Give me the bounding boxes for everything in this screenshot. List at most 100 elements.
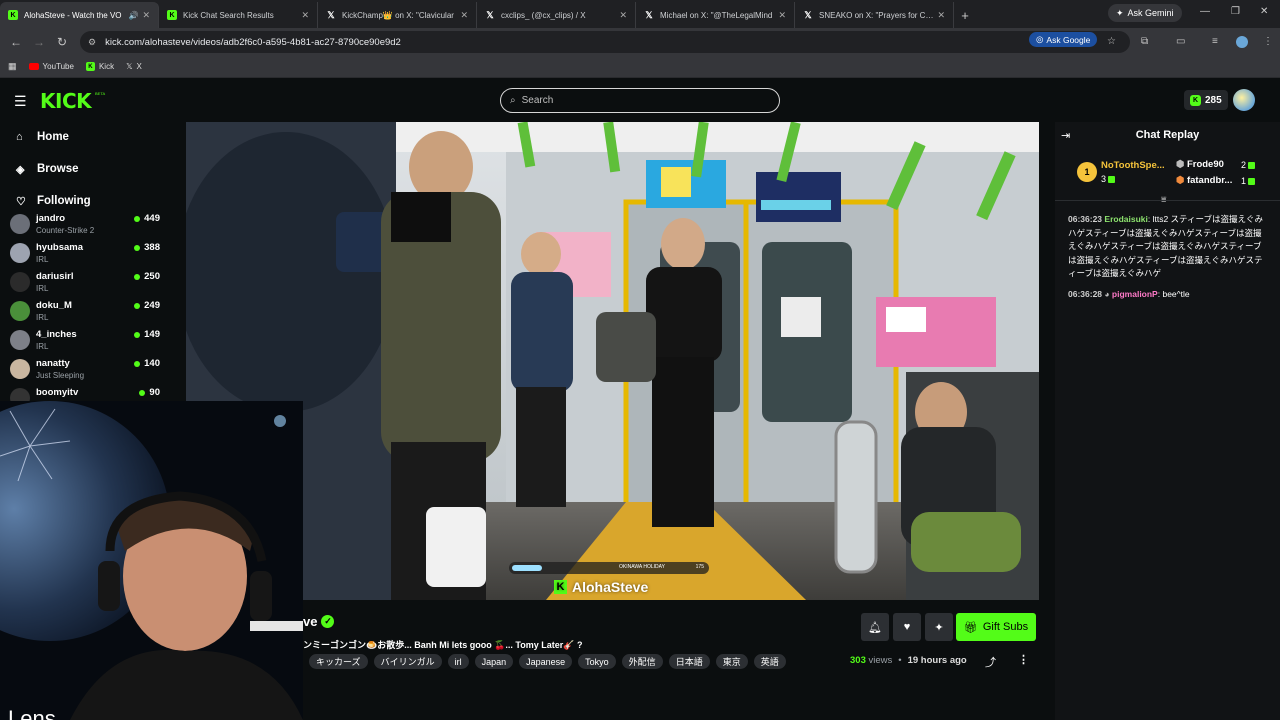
search-input[interactable]: ⌕ Search <box>500 88 780 113</box>
heart-icon: ♥ <box>903 621 911 633</box>
close-window-icon[interactable]: ✕ <box>1260 6 1268 17</box>
apps-grid-icon[interactable]: ▦ <box>8 61 17 72</box>
video-channel-title[interactable]: ve ✓ <box>303 614 335 629</box>
sparkle-button[interactable]: ✦ <box>925 613 953 641</box>
kick-points-button[interactable]: K 285 <box>1184 90 1228 110</box>
x-favicon-icon: 𝕏 <box>126 62 133 71</box>
tag-chip[interactable]: 東京 <box>715 654 748 669</box>
browser-tab[interactable]: 𝕏 SNEAKO on X: "Prayers for Clav ✕ <box>795 2 954 28</box>
channel-category: Just Sleeping <box>36 371 85 380</box>
minimize-icon[interactable]: — <box>1200 6 1210 17</box>
notification-bell-button[interactable]: 🔔︎ <box>861 613 889 641</box>
tag-chip[interactable]: 日本語 <box>668 654 710 669</box>
tab-search-icon[interactable]: ▭ <box>1176 36 1185 47</box>
channel-item[interactable]: doku_M IRL 249 <box>10 298 160 326</box>
browser-tab[interactable]: 𝕏 KickChamp👑 on X: "Clavicular ✕ <box>318 2 477 28</box>
site-info-icon[interactable]: ⚙ <box>88 37 96 48</box>
forward-icon[interactable]: → <box>33 35 45 49</box>
reload-icon[interactable]: ↻ <box>57 35 67 49</box>
tag-chip[interactable]: バイリンガル <box>373 654 442 669</box>
bookmark-x[interactable]: 𝕏 X <box>126 62 142 71</box>
message-text: bee^tle <box>1162 289 1190 299</box>
gift-icon: 🎁︎ <box>963 621 978 634</box>
sidebar-item-home[interactable]: ⌂ Home <box>16 127 69 147</box>
tag-chip[interactable]: Japanese <box>519 654 573 669</box>
webcam-caption: Lens <box>8 706 56 720</box>
new-tab-button[interactable]: + <box>954 2 976 28</box>
close-tab-icon[interactable]: ✕ <box>778 10 786 21</box>
ask-gemini-label: Ask Gemini <box>1127 8 1174 18</box>
browser-tab[interactable]: 𝕏 cxclips_ (@cx_clips) / X ✕ <box>477 2 636 28</box>
browser-tab[interactable]: 𝕏 Michael on X: "@TheLegalMind ✕ <box>636 2 795 28</box>
bookmark-youtube[interactable]: YouTube <box>28 62 74 71</box>
ask-google-button[interactable]: ◎ Ask Google <box>1029 32 1098 47</box>
browser-tab[interactable]: K Kick Chat Search Results ✕ <box>159 2 318 28</box>
live-dot-icon <box>134 302 141 309</box>
gifter-count: 2 <box>1241 160 1256 170</box>
avatar <box>10 330 30 350</box>
tag-chip[interactable]: 外配信 <box>621 654 663 669</box>
points-value: 285 <box>1205 94 1222 106</box>
bookmark-kick[interactable]: K Kick <box>85 62 114 71</box>
close-tab-icon[interactable]: ✕ <box>460 10 468 21</box>
channel-item[interactable]: nanatty Just Sleeping 140 <box>10 356 160 384</box>
tag-chip[interactable]: 英語 <box>753 654 786 669</box>
channel-item[interactable]: 4_inches IRL 149 <box>10 327 160 355</box>
message-user[interactable]: pigmalionP <box>1112 289 1158 299</box>
channel-item[interactable]: boomyitv 90 <box>10 385 160 402</box>
live-dot-icon <box>139 389 146 396</box>
profile-avatar-icon[interactable] <box>1236 36 1248 48</box>
channel-item[interactable]: jandro Counter-Strike 2 449 <box>10 211 160 239</box>
close-tab-icon[interactable]: ✕ <box>619 10 627 21</box>
speaker-icon[interactable]: 🔊 <box>128 11 138 20</box>
sidebar-item-following[interactable]: ♡ Following <box>16 191 91 211</box>
menu-icon[interactable]: ⋮ <box>1263 36 1273 47</box>
reading-list-icon[interactable]: ≡ <box>1212 36 1218 47</box>
hex-badge-icon: ⬢ <box>1176 175 1185 186</box>
close-tab-icon[interactable]: ✕ <box>301 10 309 21</box>
video-player[interactable] <box>186 122 1039 600</box>
message-user[interactable]: Erodaisuki <box>1104 214 1147 224</box>
extensions-icon[interactable]: ⧉ <box>1141 36 1148 47</box>
address-bar[interactable]: ⚙ kick.com/alohasteve/videos/adb2f6c0-a5… <box>80 31 1130 53</box>
user-badge-icon: ◕ <box>1104 289 1110 299</box>
kick-logo[interactable]: KICK <box>40 89 92 113</box>
tag-chip[interactable]: Tokyo <box>578 654 616 669</box>
gifter-name[interactable]: ⬢ fatandbr... <box>1176 175 1232 186</box>
gift-subs-button[interactable]: 🎁︎ Gift Subs <box>956 613 1036 641</box>
sidebar: ⌂ Home ◈ Browse ♡ Following jandro Count… <box>0 122 170 402</box>
back-icon[interactable]: ← <box>10 35 22 49</box>
channel-item[interactable]: dariusirl IRL 250 <box>10 269 160 297</box>
channel-name: nanatty <box>36 358 70 369</box>
chat-divider <box>1055 200 1280 201</box>
close-tab-icon[interactable]: ✕ <box>937 10 945 21</box>
tag-list: キッカーズ バイリンガル irl Japan Japanese Tokyo 外配… <box>309 654 786 669</box>
message-time: 06:36:28 <box>1068 289 1103 299</box>
tag-chip[interactable]: irl <box>447 654 469 669</box>
x-favicon-icon: 𝕏 <box>804 9 812 20</box>
gifter-name[interactable]: NoToothSpe... <box>1101 160 1165 171</box>
follow-heart-button[interactable]: ♥ <box>893 613 921 641</box>
hamburger-menu-icon[interactable]: ☰ <box>14 93 27 110</box>
more-options-icon[interactable]: ⋮ <box>1018 653 1029 666</box>
avatar <box>10 214 30 234</box>
chat-title: Chat Replay <box>1135 129 1200 141</box>
gifter-name[interactable]: ⬢ Frode90 <box>1176 159 1224 170</box>
browser-tab[interactable]: K AlohaSteve - Watch the VO 🔊 ✕ <box>0 2 159 28</box>
tag-chip[interactable]: Japan <box>474 654 514 669</box>
channel-name: dariusirl <box>36 271 74 282</box>
kick-header: ☰ KICK BETA ⌕ Search K 285 <box>0 78 1280 122</box>
bookmark-star-icon[interactable]: ☆ <box>1107 36 1116 47</box>
sidebar-item-browse[interactable]: ◈ Browse <box>16 159 79 179</box>
viewer-count: 449 <box>134 213 160 224</box>
maximize-icon[interactable]: ❐ <box>1231 6 1240 17</box>
close-tab-icon[interactable]: ✕ <box>142 10 150 21</box>
chat-panel: ⇥ Chat Replay 1 NoToothSpe... 3 ⬢ Frode9… <box>1055 122 1280 720</box>
ask-gemini-button[interactable]: ✦ Ask Gemini <box>1108 4 1182 22</box>
channel-item[interactable]: hyubsama IRL 388 <box>10 240 160 268</box>
user-avatar[interactable] <box>1233 89 1255 111</box>
share-icon[interactable]: ⤴ <box>985 654 996 670</box>
live-dot-icon <box>134 360 141 367</box>
live-dot-icon <box>134 331 141 338</box>
tag-chip[interactable]: キッカーズ <box>309 654 368 669</box>
